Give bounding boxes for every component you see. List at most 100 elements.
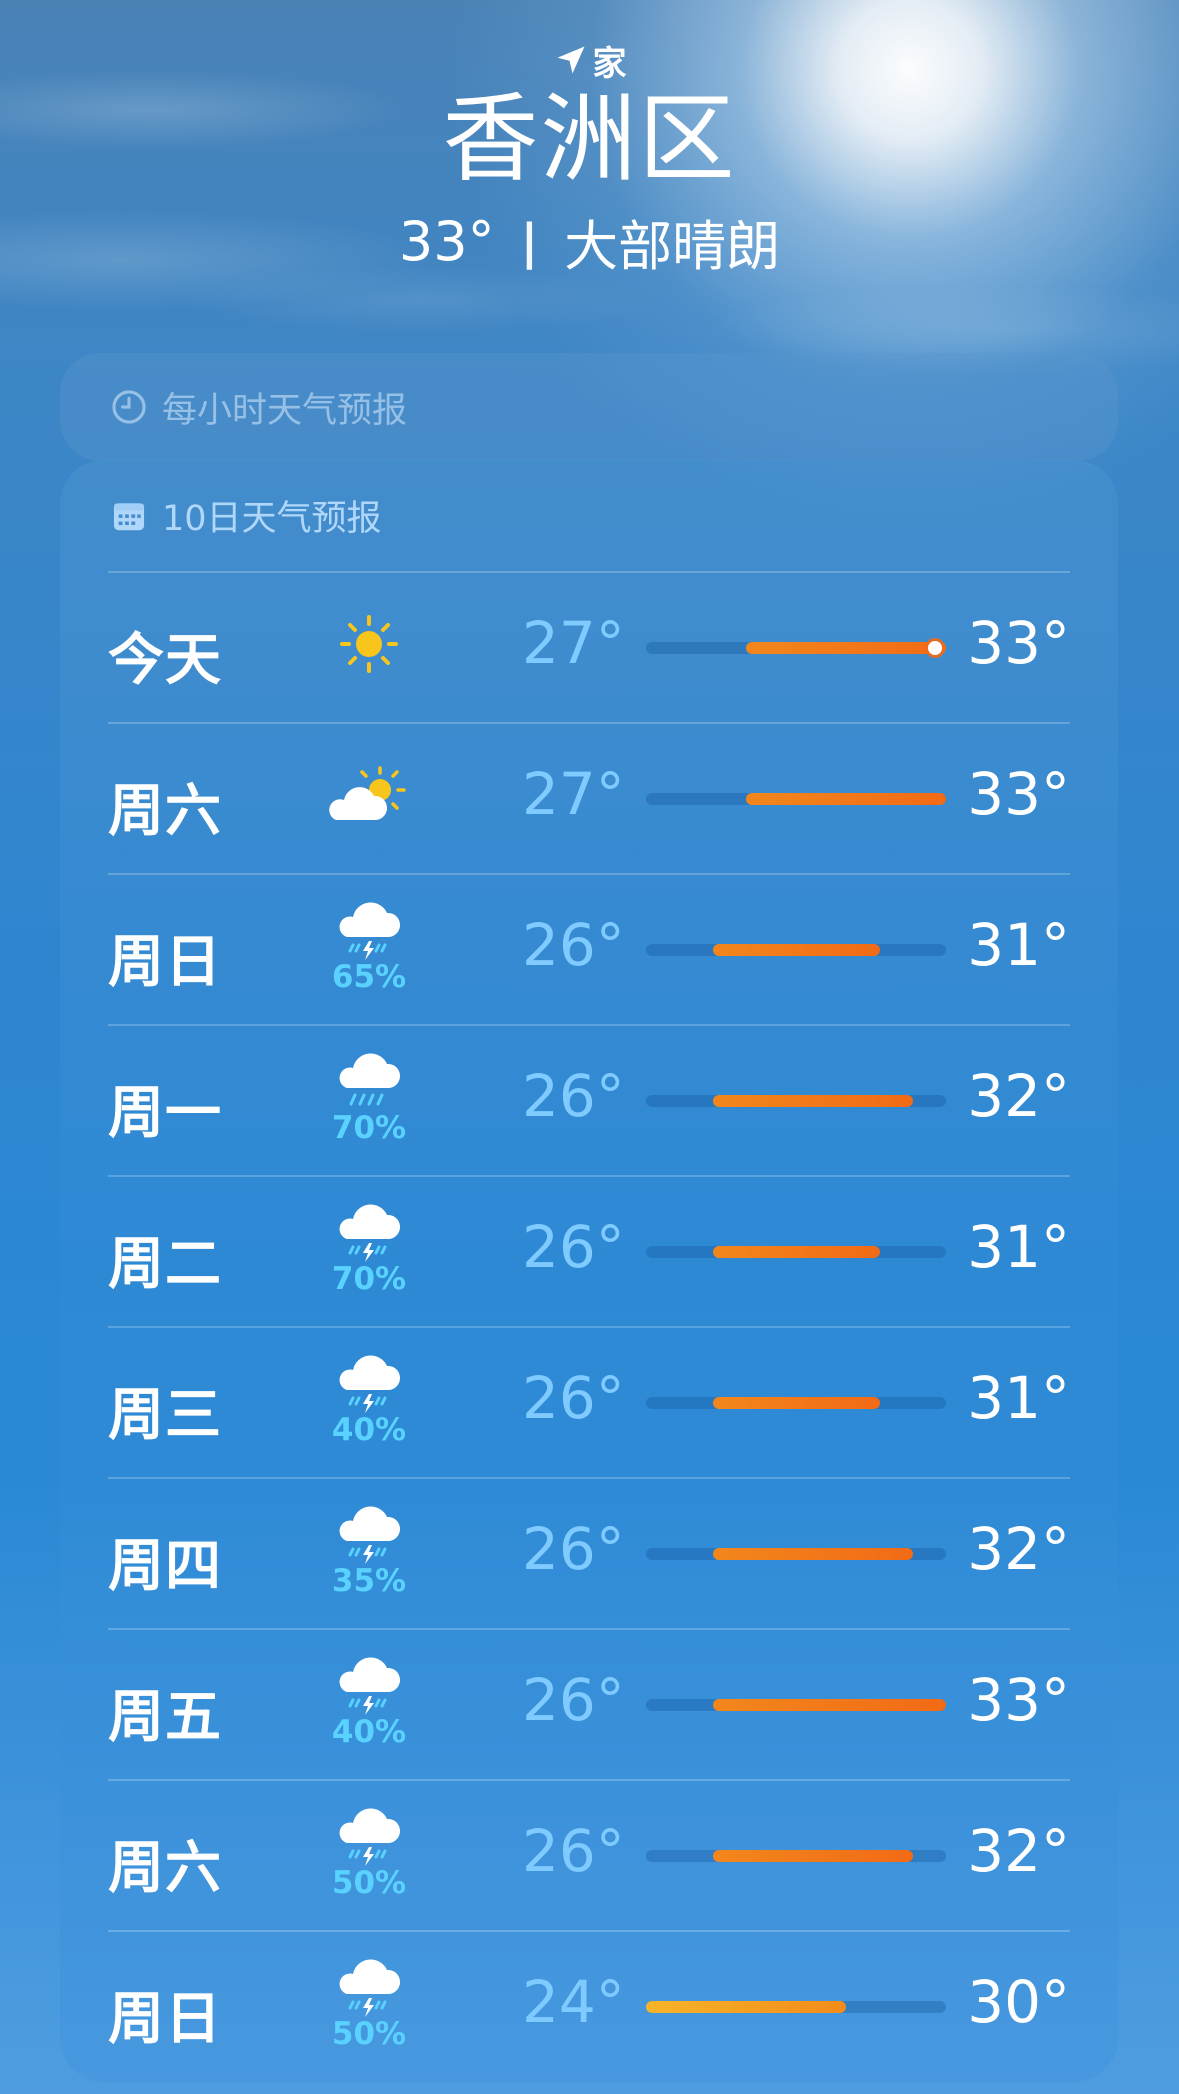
clock-icon <box>112 390 146 424</box>
precip-chance: 65% <box>331 959 407 995</box>
temp-range-track <box>646 1095 946 1107</box>
thunderstorm-icon <box>324 1501 414 1567</box>
ten-day-forecast-card[interactable]: 10日天气预报 今天 27° 33° 周六 27° 33° 周日 65% 26°… <box>60 460 1118 2082</box>
forecast-weather-icon-wrap <box>324 746 414 856</box>
ten-day-forecast-header: 10日天气预报 <box>110 490 382 546</box>
high-temp: 32° <box>967 1817 1070 1885</box>
temp-range-bar <box>746 793 946 805</box>
forecast-weather-icon-wrap: 65% <box>324 897 414 1007</box>
temp-range-track <box>646 641 946 655</box>
temp-range-bar <box>713 1699 946 1711</box>
temp-range-track <box>646 1850 946 1862</box>
thunderstorm-icon <box>324 1954 414 2020</box>
high-temp: 33° <box>967 760 1070 828</box>
high-temp: 31° <box>967 911 1070 979</box>
thunderstorm-icon <box>324 1652 414 1718</box>
low-temp: 26° <box>522 1515 625 1583</box>
forecast-weather-icon-wrap: 50% <box>324 1803 414 1913</box>
forecast-row[interactable]: 周日 65% 26° 31° <box>108 873 1070 1024</box>
forecast-row[interactable]: 周三 40% 26° 31° <box>108 1326 1070 1477</box>
temp-range-bar <box>713 1095 913 1107</box>
current-temp: 33° <box>398 210 495 273</box>
forecast-weather-icon-wrap: 70% <box>324 1199 414 1309</box>
thunderstorm-icon <box>324 897 414 963</box>
forecast-row[interactable]: 周一 70% 26° 32° <box>108 1024 1070 1175</box>
forecast-day-label: 周日 <box>108 930 222 995</box>
forecast-row[interactable]: 周四 35% 26° 32° <box>108 1477 1070 1628</box>
temp-range-track <box>646 2001 946 2013</box>
forecast-day-label: 周四 <box>108 1534 222 1599</box>
temp-range-track <box>646 1699 946 1711</box>
current-conditions: 33° | 大部晴朗 <box>0 202 1179 281</box>
temp-range-track <box>646 1548 946 1560</box>
temp-range-bar <box>713 1850 913 1862</box>
location-label: 家 <box>592 43 627 84</box>
forecast-row[interactable]: 今天 27° 33° <box>108 571 1070 722</box>
forecast-row[interactable]: 周五 40% 26° 33° <box>108 1628 1070 1779</box>
forecast-weather-icon-wrap: 35% <box>324 1501 414 1611</box>
location-header: 家 香洲区 33° | 大部晴朗 <box>0 40 1179 281</box>
high-temp: 31° <box>967 1213 1070 1281</box>
low-temp: 26° <box>522 1817 625 1885</box>
temp-range-bar <box>746 642 946 654</box>
forecast-row[interactable]: 周六 27° 33° <box>108 722 1070 873</box>
temp-range-track <box>646 1246 946 1258</box>
temp-range-bar <box>646 2001 846 2013</box>
low-temp: 26° <box>522 911 625 979</box>
precip-chance: 50% <box>331 1865 407 1901</box>
forecast-day-label: 周三 <box>108 1383 222 1448</box>
precip-chance: 35% <box>331 1563 407 1599</box>
high-temp: 33° <box>967 609 1070 677</box>
low-temp: 26° <box>522 1213 625 1281</box>
forecast-rows: 今天 27° 33° 周六 27° 33° 周日 65% 26° 31° 周一 … <box>108 571 1070 2081</box>
low-temp: 27° <box>522 609 625 677</box>
forecast-day-label: 周一 <box>108 1081 222 1146</box>
precip-chance: 40% <box>331 1412 407 1448</box>
forecast-day-label: 周二 <box>108 1232 222 1297</box>
temp-range-bar <box>713 944 880 956</box>
temp-range-track <box>646 793 946 805</box>
low-temp: 27° <box>522 760 625 828</box>
forecast-day-label: 今天 <box>108 628 222 693</box>
forecast-day-label: 周五 <box>108 1685 222 1750</box>
low-temp: 26° <box>522 1062 625 1130</box>
hourly-forecast-title: 每小时天气预报 <box>162 390 408 431</box>
location-row: 家 <box>0 40 1179 84</box>
partly-cloudy-sun-icon <box>324 762 414 828</box>
forecast-row[interactable]: 周日 50% 24° 30° <box>108 1930 1070 2081</box>
temp-range-track <box>646 944 946 956</box>
precip-chance: 40% <box>331 1714 407 1750</box>
ten-day-forecast-title: 10日天气预报 <box>162 499 382 539</box>
high-temp: 30° <box>967 1968 1070 2036</box>
hourly-forecast-card[interactable]: 每小时天气预报 <box>60 353 1118 461</box>
high-temp: 32° <box>967 1515 1070 1583</box>
low-temp: 26° <box>522 1666 625 1734</box>
forecast-weather-icon-wrap: 40% <box>324 1652 414 1762</box>
calendar-icon <box>113 502 145 530</box>
temp-range-bar <box>713 1548 913 1560</box>
forecast-day-label: 周六 <box>108 1836 222 1901</box>
low-temp: 26° <box>522 1364 625 1432</box>
low-temp: 24° <box>522 1968 625 2036</box>
precip-chance: 70% <box>331 1261 407 1297</box>
sun-icon <box>324 611 414 677</box>
high-temp: 33° <box>967 1666 1070 1734</box>
city-name: 香洲区 <box>442 83 737 195</box>
thunderstorm-icon <box>324 1350 414 1416</box>
temp-range-track <box>646 1397 946 1409</box>
location-arrow-icon <box>557 46 584 74</box>
forecast-day-label: 周六 <box>108 779 222 844</box>
precip-chance: 50% <box>331 2016 407 2052</box>
forecast-weather-icon-wrap: 50% <box>324 1954 414 2064</box>
forecast-weather-icon-wrap: 70% <box>324 1048 414 1158</box>
thunderstorm-icon <box>324 1803 414 1869</box>
temp-range-bar <box>713 1246 880 1258</box>
precip-chance: 70% <box>331 1110 407 1146</box>
forecast-row[interactable]: 周六 50% 26° 32° <box>108 1779 1070 1930</box>
forecast-day-label: 周日 <box>108 1987 222 2052</box>
conditions-separator: | <box>520 213 539 270</box>
rain-cloud-icon <box>324 1048 414 1114</box>
forecast-row[interactable]: 周二 70% 26° 31° <box>108 1175 1070 1326</box>
current-temp-marker <box>928 641 942 655</box>
temp-range-bar <box>713 1397 880 1409</box>
